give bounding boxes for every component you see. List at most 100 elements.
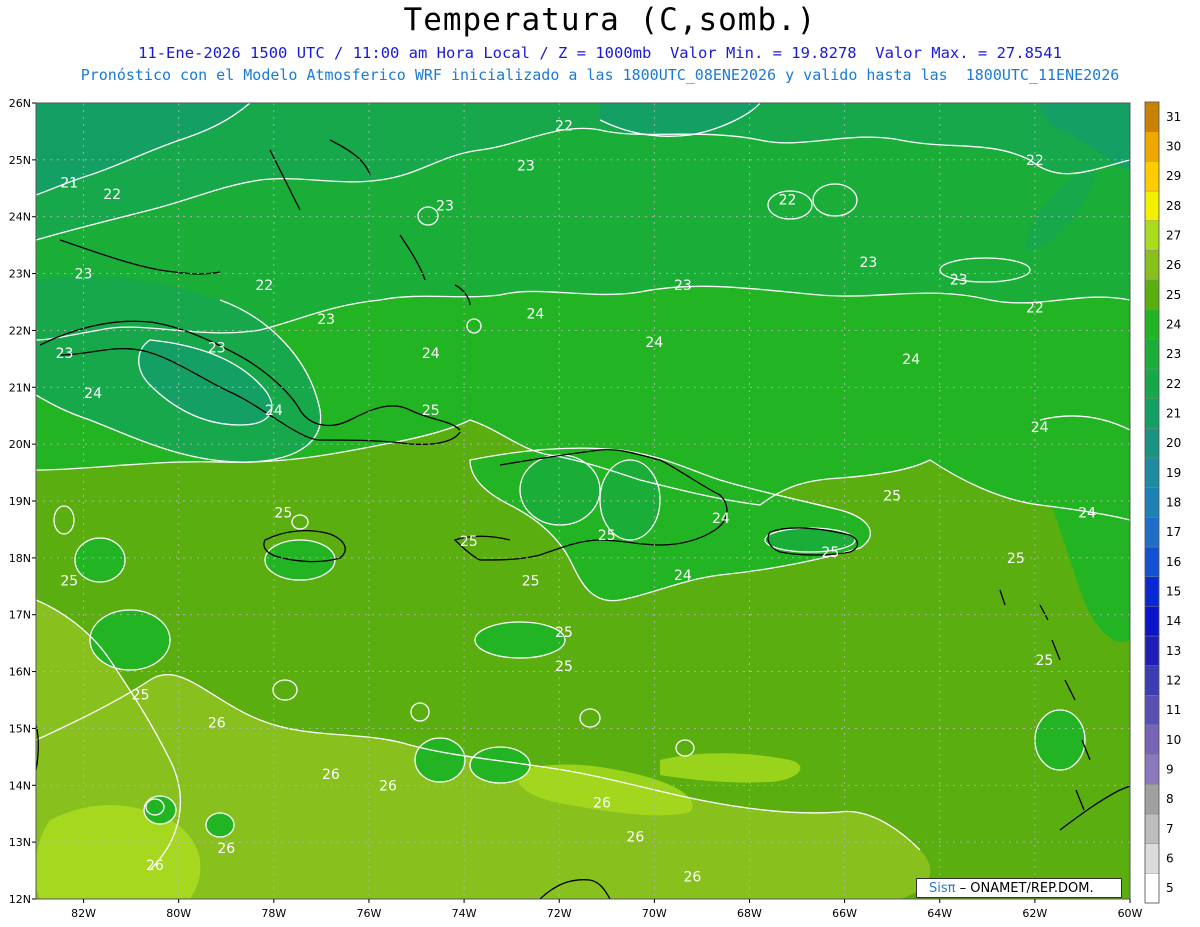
colorbar-label: 28 [1166, 199, 1181, 213]
x-tick-label: 60W [1118, 907, 1143, 920]
isotherm-label: 23 [208, 340, 226, 356]
colorbar-label: 21 [1166, 407, 1181, 421]
colorbar-swatch [1144, 339, 1160, 370]
colorbar-label: 13 [1166, 644, 1181, 658]
x-tick-label: 78W [261, 907, 286, 920]
colorbar-label: 12 [1166, 674, 1181, 688]
isotherm-label: 24 [712, 511, 730, 527]
colorbar-swatch [1144, 695, 1160, 726]
isotherm-label: 23 [56, 346, 74, 362]
colorbar-label: 27 [1166, 229, 1181, 243]
x-tick-label: 70W [642, 907, 667, 920]
isotherm-label: 26 [217, 841, 235, 857]
isotherm-label: 22 [1026, 153, 1044, 169]
colorbar-label: 26 [1166, 258, 1181, 272]
colorbar-label: 31 [1166, 110, 1181, 124]
isotherm-label: 26 [593, 795, 611, 811]
x-tick-label: 74W [452, 907, 477, 920]
isotherm-label: 25 [460, 534, 478, 550]
colorbar-label: 24 [1166, 318, 1181, 332]
isotherm-label: 25 [274, 505, 292, 521]
colorbar-label: 6 [1166, 852, 1174, 866]
colorbar-swatch [1144, 635, 1160, 666]
isotherm-label: 25 [132, 687, 150, 703]
isotherm-label: 24 [527, 306, 545, 322]
isotherm-label: 23 [75, 267, 93, 283]
x-tick-label: 66W [832, 907, 857, 920]
isotherm-label: 23 [317, 312, 335, 328]
colorbar-label: 16 [1166, 555, 1181, 569]
isotherm-label: 24 [1031, 420, 1049, 436]
x-tick-label: 64W [927, 907, 952, 920]
colorbar-swatch [1144, 546, 1160, 577]
colorbar-label: 23 [1166, 347, 1181, 361]
y-tick-label: 17N [9, 609, 31, 622]
isotherm-label: 24 [422, 346, 440, 362]
y-tick-label: 19N [9, 495, 31, 508]
isotherm-label: 22 [255, 278, 273, 294]
colorbar-swatch [1144, 101, 1160, 132]
colorbar-swatch [1144, 428, 1160, 459]
y-tick-label: 23N [9, 268, 31, 281]
isotherm-label: 26 [379, 778, 397, 794]
isotherm-label: 25 [555, 625, 573, 641]
isotherm-label: 25 [598, 528, 616, 544]
isotherm-label: 23 [859, 255, 877, 271]
isotherm-label: 21 [60, 176, 78, 192]
isotherm-label: 26 [683, 869, 701, 885]
isotherm-label: 24 [645, 335, 663, 351]
colorbar-label: 30 [1166, 140, 1181, 154]
colorbar-label: 10 [1166, 733, 1181, 747]
colorbar-swatch [1144, 754, 1160, 785]
y-tick-label: 14N [9, 779, 31, 792]
colorbar-label: 7 [1166, 822, 1174, 836]
colorbar-swatch [1144, 220, 1160, 251]
isotherm-label: 25 [1007, 551, 1025, 567]
y-axis: 12N 13N 14N 15N 16N 17N 18N 19N 20N 21N 22N 23N 24N 2… [9, 97, 36, 906]
credit-separator: – [955, 881, 971, 896]
isotherm-label: 26 [626, 829, 644, 845]
isotherm-label: 25 [555, 659, 573, 675]
colorbar-label: 19 [1166, 466, 1181, 480]
colorbar-label: 5 [1166, 881, 1174, 895]
isotherm-label: 22 [103, 187, 121, 203]
isotherm-label: 25 [60, 574, 78, 590]
colorbar-swatch [1144, 368, 1160, 399]
colorbar-swatch [1144, 784, 1160, 815]
y-tick-label: 15N [9, 722, 31, 735]
y-tick-label: 18N [9, 552, 31, 565]
colorbar-label: 11 [1166, 703, 1181, 717]
y-tick-label: 21N [9, 381, 31, 394]
colorbar-label: 9 [1166, 763, 1174, 777]
colorbar-swatch [1144, 665, 1160, 696]
isotherm-label: 24 [902, 352, 920, 368]
x-axis: 82W 80W 78W 76W 74W 72W 70W 68W 66W 64W 62W 60W [71, 899, 1143, 920]
colorbar-label: 8 [1166, 792, 1174, 806]
isotherm-label: 25 [422, 403, 440, 419]
x-tick-label: 72W [547, 907, 572, 920]
isotherm-label: 25 [883, 488, 901, 504]
isotherm-label: 25 [821, 545, 839, 561]
colorbar-label: 17 [1166, 525, 1181, 539]
y-tick-label: 20N [9, 438, 31, 451]
colorbar-label: 14 [1166, 614, 1181, 628]
colorbar-swatch [1144, 517, 1160, 548]
isotherm-label: 25 [1035, 653, 1053, 669]
colorbar-label: 18 [1166, 496, 1181, 510]
x-tick-label: 76W [357, 907, 382, 920]
x-tick-label: 82W [71, 907, 96, 920]
isotherm-label: 24 [1078, 505, 1096, 521]
sispi-logo: Sisπ [929, 881, 956, 896]
colorbar-label: 15 [1166, 585, 1181, 599]
temperature-map: 22 22 22 21 22 23 23 23 22 23 23 23 24 24 24 23 23 23 22 24… [9, 97, 1182, 920]
colorbar: 5 6 7 8 9 10 11 12 13 14 15 16 17 18 19 20 21 22 23 24 25 26 2… [1144, 101, 1181, 904]
colorbar-label: 20 [1166, 436, 1181, 450]
colorbar-swatch [1144, 843, 1160, 874]
x-tick-label: 68W [737, 907, 762, 920]
colorbar-label: 29 [1166, 169, 1181, 183]
y-tick-label: 13N [9, 836, 31, 849]
isotherm-label: 23 [674, 278, 692, 294]
isotherm-label: 26 [322, 767, 340, 783]
x-tick-label: 62W [1022, 907, 1047, 920]
colorbar-swatch [1144, 813, 1160, 844]
